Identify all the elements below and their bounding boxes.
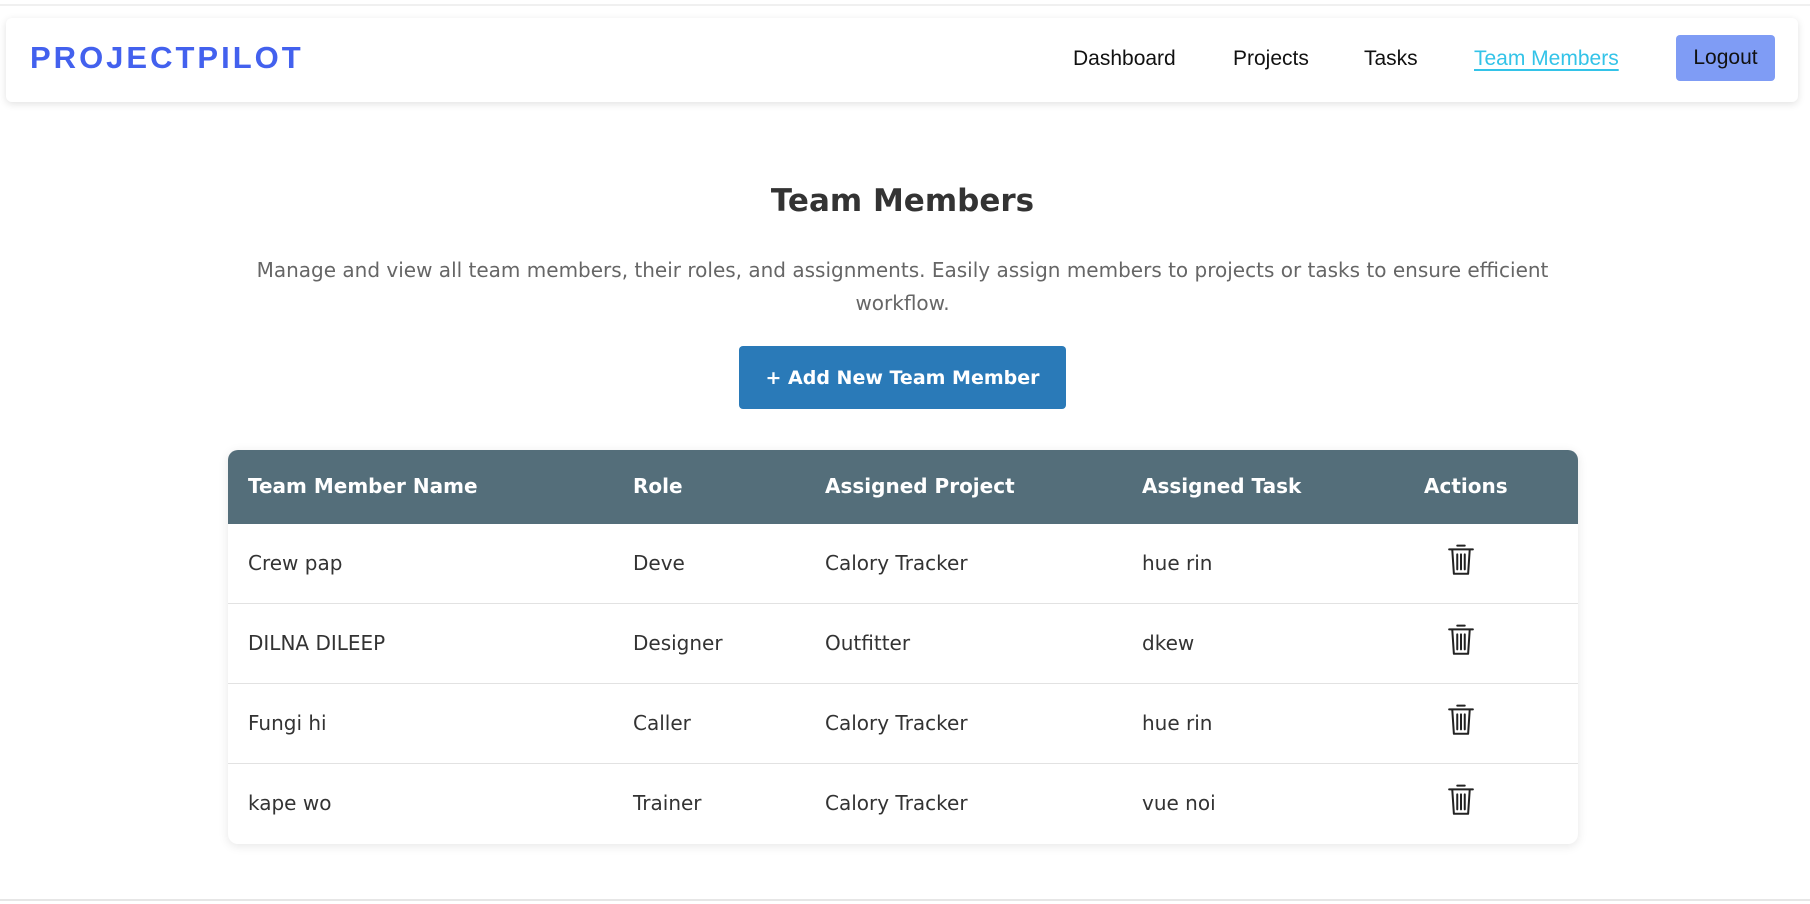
column-header-project: Assigned Project (825, 474, 1015, 498)
cell-member-name: kape wo (248, 791, 332, 815)
brand-logo[interactable]: PROJECTPILOT (30, 40, 304, 76)
cell-role: Deve (633, 551, 685, 575)
trash-icon (1448, 624, 1474, 655)
trash-icon (1448, 704, 1474, 735)
table-header: Team Member Name Role Assigned Project A… (228, 450, 1578, 524)
top-divider (0, 4, 1810, 6)
nav-link-team-members[interactable]: Team Members (1474, 47, 1619, 71)
column-header-task: Assigned Task (1142, 474, 1302, 498)
delete-member-button[interactable] (1446, 622, 1476, 658)
delete-member-button[interactable] (1446, 782, 1476, 818)
logout-button[interactable]: Logout (1676, 35, 1775, 81)
cell-task: dkew (1142, 631, 1195, 655)
page-description: Manage and view all team members, their … (256, 258, 1549, 315)
trash-icon (1448, 544, 1474, 575)
cell-task: hue rin (1142, 551, 1213, 575)
cell-task: hue rin (1142, 711, 1213, 735)
column-header-name: Team Member Name (248, 474, 478, 498)
column-header-role: Role (633, 474, 683, 498)
cell-project: Calory Tracker (825, 551, 968, 575)
nav-link-dashboard[interactable]: Dashboard (1073, 47, 1176, 71)
cell-project: Calory Tracker (825, 711, 968, 735)
table-row: Fungi hi Caller Calory Tracker hue rin (228, 684, 1578, 764)
delete-member-button[interactable] (1446, 702, 1476, 738)
nav-link-tasks[interactable]: Tasks (1364, 47, 1418, 71)
page-title: Team Members (770, 183, 1035, 219)
top-navbar: PROJECTPILOT Dashboard Projects Tasks Te… (6, 18, 1798, 102)
delete-member-button[interactable] (1446, 542, 1476, 578)
team-members-table: Team Member Name Role Assigned Project A… (228, 450, 1578, 844)
trash-icon (1448, 784, 1474, 815)
table-row: kape wo Trainer Calory Tracker vue noi (228, 764, 1578, 844)
table-row: DILNA DILEEP Designer Outfitter dkew (228, 604, 1578, 684)
column-header-actions: Actions (1424, 474, 1508, 498)
cell-role: Caller (633, 711, 691, 735)
cell-project: Calory Tracker (825, 791, 968, 815)
cell-member-name: Crew pap (248, 551, 343, 575)
table-row: Crew pap Deve Calory Tracker hue rin (228, 524, 1578, 604)
cell-member-name: DILNA DILEEP (248, 631, 386, 655)
bottom-divider (0, 899, 1810, 901)
add-team-member-button[interactable]: + Add New Team Member (739, 346, 1066, 409)
cell-member-name: Fungi hi (248, 711, 327, 735)
cell-role: Designer (633, 631, 723, 655)
cell-project: Outfitter (825, 631, 911, 655)
cell-task: vue noi (1142, 791, 1216, 815)
nav-link-projects[interactable]: Projects (1233, 47, 1309, 71)
cell-role: Trainer (633, 791, 702, 815)
